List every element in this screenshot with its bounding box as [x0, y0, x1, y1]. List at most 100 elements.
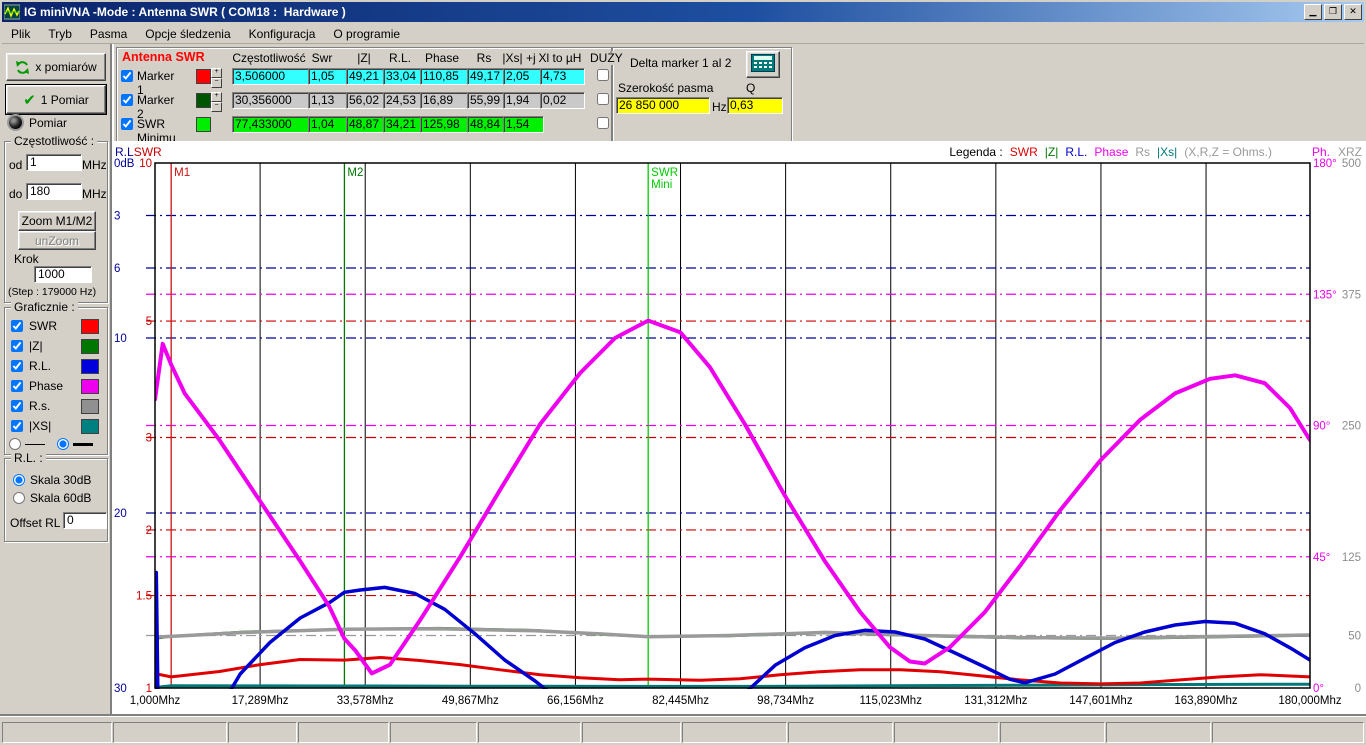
xrz-tick-label: 500	[1342, 158, 1361, 170]
graph-series-label: R.s.	[29, 399, 50, 413]
duzy-checkbox[interactable]	[597, 69, 609, 81]
calculator-button[interactable]	[746, 51, 780, 78]
rl-tick-label: 20	[114, 508, 127, 520]
graph-series-checkbox[interactable]	[11, 380, 23, 392]
menu-item-pasma[interactable]: Pasma	[81, 27, 136, 41]
minimize-icon[interactable]: ▁	[1304, 4, 1322, 20]
sidebar: x pomiarów ✔ 1 Pomiar Pomiar Częstotliwo…	[0, 44, 112, 716]
rl-scale-radio[interactable]	[13, 492, 25, 504]
spinner-down-icon[interactable]: −	[211, 78, 222, 88]
marker-frequency-field[interactable]: 3,506000	[232, 68, 312, 85]
marker-row-checkbox[interactable]	[121, 118, 133, 130]
marker-spinner[interactable]: +−	[211, 68, 222, 88]
graph-series-checkbox[interactable]	[11, 420, 23, 432]
curve-phase	[155, 321, 1310, 674]
curve-rl	[155, 573, 1310, 715]
marker-value-field: 1,13	[308, 92, 351, 109]
menu-item-oprogramie[interactable]: O programie	[324, 27, 409, 41]
x-tick-label: 33,578Mhz	[337, 695, 394, 707]
swr-tick-label: 1.5	[136, 591, 152, 603]
title-bar: IG miniVNA -Mode : Antenna SWR ( COM18 :…	[2, 2, 1364, 22]
marker-line-label: M2	[347, 167, 363, 179]
duzy-checkbox[interactable]	[597, 93, 609, 105]
rl-tick-label: 30	[114, 683, 127, 695]
status-panel	[1000, 722, 1105, 743]
xrz-tick-label: 50	[1348, 631, 1361, 643]
step-note: (Step : 179000 Hz)	[8, 286, 96, 298]
x-tick-label: 115,023Mhz	[860, 695, 923, 707]
x-tick-label: 180,000Mhz	[1278, 695, 1342, 707]
window-title: IG miniVNA -Mode : Antenna SWR ( COM18 :…	[24, 5, 346, 19]
menu-item-konfiguracja[interactable]: Konfiguracja	[240, 27, 325, 41]
graph-series-checkbox[interactable]	[11, 400, 23, 412]
hz-unit: Hz	[712, 100, 727, 114]
x-tick-label: 98,734Mhz	[757, 695, 814, 707]
marker-frequency-field[interactable]: 77,433000	[232, 116, 312, 133]
swr-tick-label: 3	[146, 433, 152, 445]
od-unit: MHz	[82, 158, 107, 172]
spinner-up-icon[interactable]: +	[211, 92, 222, 102]
close-icon[interactable]: ✕	[1344, 4, 1362, 20]
checkmark-icon: ✔	[23, 91, 36, 109]
graph-series-row: |XS|	[5, 416, 107, 436]
rl-group-title: R.L. :	[11, 451, 46, 465]
krok-input[interactable]	[34, 266, 92, 283]
calculator-icon	[751, 54, 775, 75]
line-thin-radio[interactable]	[9, 438, 21, 450]
rl-tick-label: 0dB	[114, 158, 135, 170]
status-panel	[894, 722, 999, 743]
status-panel	[228, 722, 297, 743]
multi-measure-button[interactable]: x pomiarów	[6, 53, 106, 81]
marker-row-checkbox[interactable]	[121, 70, 133, 82]
xrz-tick-label: 375	[1342, 289, 1361, 301]
graph-series-row: |Z|	[5, 336, 107, 356]
marker-value-field: 49,21	[346, 68, 387, 85]
swr-tick-label: 2	[146, 525, 152, 537]
line-thick-radio[interactable]	[57, 438, 69, 450]
graph-series-checkbox[interactable]	[11, 360, 23, 372]
swr-tick-label: 1	[146, 683, 152, 695]
spinner-down-icon[interactable]: −	[211, 102, 222, 112]
graph-series-checkbox[interactable]	[11, 320, 23, 332]
spinner-up-icon[interactable]: +	[211, 68, 222, 78]
x-tick-label: 66,156Mhz	[547, 695, 604, 707]
krok-label: Krok	[14, 252, 39, 266]
graph-series-swatch	[81, 319, 99, 334]
zoom-m1m2-button[interactable]: Zoom M1/M2	[18, 211, 96, 231]
x-tick-label: 147,601Mhz	[1069, 695, 1133, 707]
freq-to-input[interactable]	[26, 183, 82, 200]
duzy-checkbox[interactable]	[597, 117, 609, 129]
rl-scale-option-label: Skala 60dB	[30, 491, 91, 505]
marker-value-field: 49,17	[467, 68, 508, 85]
freq-from-input[interactable]	[26, 154, 82, 171]
frequency-group-title: Częstotliwość :	[11, 134, 97, 148]
marker-line-label: M1	[174, 167, 190, 179]
status-panel	[478, 722, 581, 743]
rl-scale-option-label: Skala 30dB	[30, 473, 91, 487]
offset-rl-label: Offset RL	[10, 516, 60, 530]
x-tick-label: 1,000Mhz	[130, 695, 181, 707]
frequency-group: Częstotliwość : od MHz do MHz Zoom M1/M2…	[4, 141, 108, 303]
graph-group: Graficznie : SWR|Z|R.L.PhaseR.s.|XS|	[4, 307, 108, 455]
status-bar	[0, 716, 1366, 745]
graph-series-row: SWR	[5, 316, 107, 336]
menu-item-tryb[interactable]: Tryb	[39, 27, 81, 41]
restore-icon[interactable]: ❐	[1324, 4, 1342, 20]
marker-frequency-field[interactable]: 30,356000	[232, 92, 312, 109]
menu-item-opcjeledzenia[interactable]: Opcje śledzenia	[136, 27, 239, 41]
graph-series-row: Phase	[5, 376, 107, 396]
single-measure-button[interactable]: ✔ 1 Pomiar	[6, 85, 106, 114]
marker-value-field: 2,05	[503, 68, 544, 85]
marker-value-field: 24,53	[383, 92, 424, 109]
rl-scale-radio[interactable]	[13, 474, 25, 486]
rl-tick-label: 10	[114, 333, 127, 345]
phase-tick-label: 45°	[1313, 552, 1330, 564]
marker-spinner[interactable]: +−	[211, 92, 222, 112]
offset-rl-input[interactable]	[63, 512, 107, 529]
rl-tick-label: 6	[114, 263, 120, 275]
menu-item-plik[interactable]: Plik	[2, 27, 39, 41]
refresh-icon	[15, 60, 30, 75]
graph-series-checkbox[interactable]	[11, 340, 23, 352]
do-label: do	[9, 187, 22, 201]
marker-row-checkbox[interactable]	[121, 94, 133, 106]
